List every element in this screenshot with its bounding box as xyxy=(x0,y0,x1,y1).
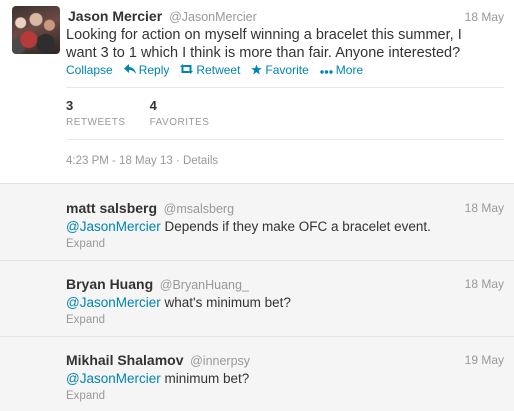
retweets-label: RETWEETS xyxy=(66,117,126,128)
reply-date[interactable]: 18 May xyxy=(465,277,504,291)
replies-list: matt salsberg @msalsberg 18 May @JasonMe… xyxy=(0,183,514,411)
reply-body: minimum bet? xyxy=(160,371,250,386)
reply-button[interactable]: Reply xyxy=(123,63,170,77)
retweet-icon xyxy=(180,64,194,76)
reply-mention-link[interactable]: @JasonMercier xyxy=(66,295,161,310)
favorite-button[interactable]: Favorite xyxy=(251,63,309,77)
tweet-actions: Collapse Reply Retweet Favorite More xyxy=(66,63,374,77)
reply-label: Reply xyxy=(138,63,170,77)
favorites-label: FAVORITES xyxy=(149,117,210,128)
reply-mention-link[interactable]: @JasonMercier xyxy=(66,219,161,234)
collapse-button[interactable]: Collapse xyxy=(66,63,113,77)
author-screen-name[interactable]: @JasonMercier xyxy=(169,10,257,24)
reply-author-screen-name[interactable]: @BryanHuang_ xyxy=(160,278,249,292)
reply-date[interactable]: 19 May xyxy=(465,353,504,367)
retweets-stat[interactable]: 3 RETWEETS xyxy=(66,98,126,128)
main-tweet: Jason Mercier @JasonMercier 18 May Looki… xyxy=(0,0,514,183)
reply-date[interactable]: 18 May xyxy=(465,201,504,215)
more-label: More xyxy=(335,63,364,77)
meta-separator: · xyxy=(172,155,183,167)
tweet-date[interactable]: 18 May xyxy=(465,10,504,24)
tweet-header: Jason Mercier @JasonMercier xyxy=(68,8,257,24)
reply-author-fullname[interactable]: Mikhail Shalamov xyxy=(66,352,183,368)
retweet-button[interactable]: Retweet xyxy=(180,63,240,77)
reply-author-screen-name[interactable]: @msalsberg xyxy=(164,202,234,216)
dots-icon xyxy=(320,64,333,76)
reply-text: @JasonMercier Depends if they make OFC a… xyxy=(66,219,431,234)
retweet-label: Retweet xyxy=(196,63,241,77)
author-fullname[interactable]: Jason Mercier xyxy=(68,8,162,24)
reply-author-fullname[interactable]: Bryan Huang xyxy=(66,276,153,292)
tweet-meta: 4:23 PM - 18 May 13 · Details xyxy=(66,155,218,167)
reply-item[interactable]: Mikhail Shalamov @innerpsy 19 May @Jason… xyxy=(0,336,514,411)
tweet-stats: 3 RETWEETS 4 FAVORITES xyxy=(66,98,233,128)
more-button[interactable]: More xyxy=(320,63,363,77)
expand-link[interactable]: Expand xyxy=(66,390,105,402)
star-icon xyxy=(251,63,263,77)
expand-link[interactable]: Expand xyxy=(66,238,105,250)
reply-arrow-icon xyxy=(123,64,136,76)
tweet-text: Looking for action on myself winning a b… xyxy=(66,27,462,61)
tweet-timestamp: 4:23 PM - 18 May 13 xyxy=(66,155,173,167)
details-link[interactable]: Details xyxy=(183,155,218,167)
reply-header: matt salsberg @msalsberg xyxy=(66,200,234,216)
favorites-count: 4 xyxy=(149,98,157,113)
reply-header: Bryan Huang @BryanHuang_ xyxy=(66,276,249,292)
tweet-permalink: Jason Mercier @JasonMercier 18 May Looki… xyxy=(0,0,514,411)
expand-link[interactable]: Expand xyxy=(66,314,105,326)
reply-body: what's minimum bet? xyxy=(160,295,291,310)
reply-author-screen-name[interactable]: @innerpsy xyxy=(190,354,250,368)
stats-bottom-divider xyxy=(66,139,504,140)
reply-header: Mikhail Shalamov @innerpsy xyxy=(66,352,250,368)
favorites-stat[interactable]: 4 FAVORITES xyxy=(150,98,210,128)
stats-top-divider xyxy=(66,87,504,88)
reply-text: @JasonMercier minimum bet? xyxy=(66,371,249,386)
collapse-label: Collapse xyxy=(66,63,113,77)
reply-item[interactable]: matt salsberg @msalsberg 18 May @JasonMe… xyxy=(0,184,514,261)
reply-mention-link[interactable]: @JasonMercier xyxy=(66,371,161,386)
reply-body: Depends if they make OFC a bracelet even… xyxy=(160,219,431,234)
reply-author-fullname[interactable]: matt salsberg xyxy=(66,200,157,216)
favorite-label: Favorite xyxy=(265,63,309,77)
reply-text: @JasonMercier what's minimum bet? xyxy=(66,295,291,310)
retweets-count: 3 xyxy=(66,98,74,113)
avatar[interactable] xyxy=(12,6,60,54)
reply-item[interactable]: Bryan Huang @BryanHuang_ 18 May @JasonMe… xyxy=(0,260,514,337)
